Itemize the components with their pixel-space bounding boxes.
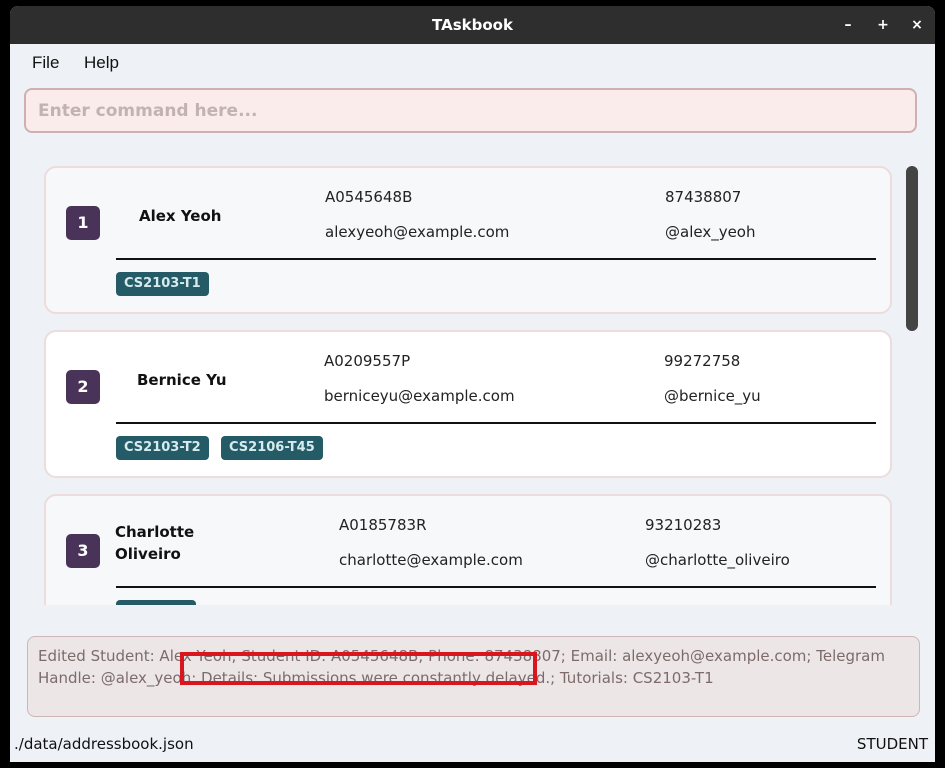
tutorial-tag: CS2106-T45: [221, 436, 323, 460]
window-title: TAskbook: [432, 16, 513, 34]
student-name-line1: Charlotte: [115, 523, 195, 541]
student-id: A0209557P: [324, 352, 411, 370]
menu-help[interactable]: Help: [84, 44, 119, 84]
status-file-path: ./data/addressbook.json: [14, 735, 194, 753]
student-email: berniceyu@example.com: [324, 387, 515, 405]
close-button[interactable]: ×: [905, 6, 929, 44]
student-list[interactable]: 1 Alex Yeoh A0545648B alexyeoh@example.c…: [10, 156, 935, 605]
student-card[interactable]: 1 Alex Yeoh A0545648B alexyeoh@example.c…: [44, 166, 892, 314]
status-mode: STUDENT: [856, 735, 928, 753]
student-email: alexyeoh@example.com: [325, 223, 510, 241]
divider: [116, 586, 876, 588]
student-card[interactable]: 2 Bernice Yu A0209557P berniceyu@example…: [44, 330, 892, 478]
minimize-button[interactable]: –: [836, 6, 860, 44]
student-id: A0545648B: [325, 188, 413, 206]
student-telegram: @bernice_yu: [664, 387, 761, 405]
student-id: A0185783R: [339, 516, 427, 534]
student-email: charlotte@example.com: [339, 551, 523, 569]
tutorial-tag: CS2103-T1: [116, 272, 209, 296]
app-window: TAskbook – + × File Help 1 Alex Yeoh A05…: [10, 6, 935, 762]
command-input[interactable]: [24, 88, 917, 133]
index-badge: 3: [66, 534, 100, 568]
student-card[interactable]: 3 Charlotte Oliveiro A0185783R charlotte…: [44, 494, 892, 605]
index-badge: 1: [66, 206, 100, 240]
menu-file[interactable]: File: [32, 44, 59, 84]
student-phone: 99272758: [664, 352, 741, 370]
student-telegram: @charlotte_oliveiro: [645, 551, 790, 569]
tutorial-tag: CS2103-T2: [116, 436, 209, 460]
student-name: Alex Yeoh: [139, 207, 222, 225]
divider: [116, 422, 876, 424]
menu-bar: File Help: [10, 44, 935, 84]
tutorial-tag: [116, 600, 196, 605]
maximize-button[interactable]: +: [871, 6, 895, 44]
highlight-box: [180, 652, 537, 685]
index-badge: 2: [66, 370, 100, 404]
student-phone: 93210283: [645, 516, 722, 534]
student-telegram: @alex_yeoh: [665, 223, 756, 241]
student-phone: 87438807: [665, 188, 742, 206]
list-scrollbar[interactable]: [906, 166, 918, 331]
divider: [116, 258, 876, 260]
title-bar[interactable]: TAskbook – + ×: [10, 6, 935, 44]
student-name: Bernice Yu: [137, 371, 227, 389]
student-name-line2: Oliveiro: [115, 545, 181, 563]
